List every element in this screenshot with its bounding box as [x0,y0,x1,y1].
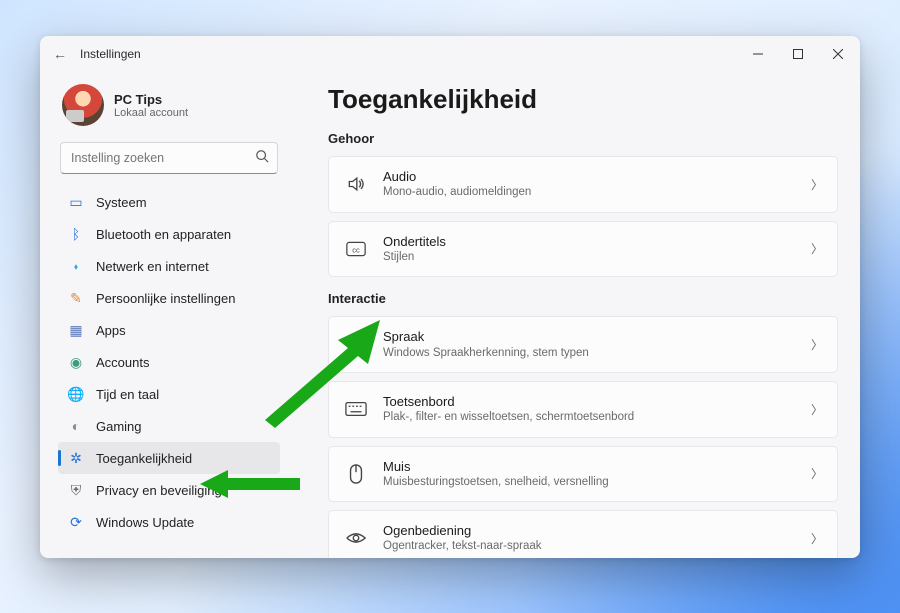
back-button[interactable]: ← [42,46,78,62]
sidebar-item-label: Toegankelijkheid [96,451,192,466]
card-subtitle: Windows Spraakherkenning, stem typen [383,346,811,360]
sidebar-item-bluetooth[interactable]: ᛒ Bluetooth en apparaten [58,218,280,250]
sidebar-item-label: Gaming [96,419,142,434]
shield-icon: ⛨ [68,482,84,498]
card-title: Ogenbediening [383,523,811,539]
sidebar-item-network[interactable]: ⬪ Netwerk en internet [58,250,280,282]
page-title: Toegankelijkheid [328,84,838,115]
card-ondertitels[interactable]: cc Ondertitels Stijlen 〉 [328,221,838,278]
card-subtitle: Mono-audio, audiomeldingen [383,185,811,199]
window-title: Instellingen [78,47,141,61]
profile-block[interactable]: PC Tips Lokaal account [58,76,280,140]
section-heading-gehoor: Gehoor [328,131,838,146]
sidebar-item-label: Tijd en taal [96,387,159,402]
close-button[interactable] [818,38,858,70]
search-icon [255,149,269,168]
cc-icon: cc [343,241,369,257]
sidebar-item-gaming[interactable]: ◐ Gaming [58,410,280,442]
apps-icon: ▦ [68,322,84,338]
sidebar-item-label: Apps [96,323,126,338]
globe-icon: 🌐 [68,386,84,402]
sidebar-item-label: Systeem [96,195,147,210]
sidebar: PC Tips Lokaal account ▭ Systeem ᛒ Bluetoo… [40,72,290,558]
sidebar-item-accounts[interactable]: ◉ Accounts [58,346,280,378]
settings-window: ← Instellingen PC Tips Lokaal account [40,36,860,558]
card-audio[interactable]: Audio Mono-audio, audiomeldingen 〉 [328,156,838,213]
mouse-icon [343,464,369,484]
main-content: Toegankelijkheid Gehoor Audio Mono-audio… [290,72,860,558]
chevron-right-icon: 〉 [811,176,823,193]
sidebar-item-label: Privacy en beveiliging [96,483,222,498]
chevron-right-icon: 〉 [811,336,823,353]
card-subtitle: Muisbesturingstoetsen, snelheid, versnel… [383,475,811,489]
minimize-button[interactable] [738,38,778,70]
titlebar: ← Instellingen [40,36,860,72]
sidebar-item-windows-update[interactable]: ⟳ Windows Update [58,506,280,538]
bluetooth-icon: ᛒ [68,226,84,242]
chevron-right-icon: 〉 [811,465,823,482]
search-field[interactable] [69,150,255,166]
sidebar-item-label: Windows Update [96,515,194,530]
keyboard-icon [343,401,369,417]
profile-account: Lokaal account [114,107,188,119]
avatar [62,84,104,126]
chevron-right-icon: 〉 [811,401,823,418]
card-muis[interactable]: Muis Muisbesturingstoetsen, snelheid, ve… [328,446,838,503]
card-subtitle: Plak-, filter- en wisseltoetsen, schermt… [383,410,811,424]
card-title: Ondertitels [383,234,811,250]
card-ogenbediening[interactable]: Ogenbediening Ogentracker, tekst-naar-sp… [328,510,838,558]
card-title: Toetsenbord [383,394,811,410]
microphone-icon [343,335,369,355]
person-icon: ◉ [68,354,84,370]
sidebar-item-label: Accounts [96,355,149,370]
nav-list: ▭ Systeem ᛒ Bluetooth en apparaten ⬪ Netwer… [58,186,280,538]
svg-text:cc: cc [352,245,360,254]
section-heading-interactie: Interactie [328,291,838,306]
card-title: Spraak [383,329,811,345]
card-subtitle: Ogentracker, tekst-naar-spraak [383,539,811,553]
card-toetsenbord[interactable]: Toetsenbord Plak-, filter- en wisseltoet… [328,381,838,438]
sidebar-item-privacy[interactable]: ⛨ Privacy en beveiliging [58,474,280,506]
sidebar-item-time-language[interactable]: 🌐 Tijd en taal [58,378,280,410]
search-input[interactable] [60,142,278,174]
wifi-icon: ⬪ [68,258,84,274]
card-title: Audio [383,169,811,185]
sidebar-item-personalization[interactable]: ✎ Persoonlijke instellingen [58,282,280,314]
card-spraak[interactable]: Spraak Windows Spraakherkenning, stem ty… [328,316,838,373]
card-title: Muis [383,459,811,475]
accessibility-icon: ✲ [68,450,84,466]
sidebar-item-label: Netwerk en internet [96,259,209,274]
brush-icon: ✎ [68,290,84,306]
sidebar-item-label: Bluetooth en apparaten [96,227,231,242]
chevron-right-icon: 〉 [811,530,823,547]
sidebar-item-label: Persoonlijke instellingen [96,291,235,306]
display-icon: ▭ [68,194,84,210]
profile-name: PC Tips [114,92,188,107]
eye-icon [343,529,369,547]
update-icon: ⟳ [68,514,84,530]
speaker-icon [343,174,369,194]
sidebar-item-system[interactable]: ▭ Systeem [58,186,280,218]
maximize-button[interactable] [778,38,818,70]
card-subtitle: Stijlen [383,250,811,264]
sidebar-item-apps[interactable]: ▦ Apps [58,314,280,346]
chevron-right-icon: 〉 [811,240,823,257]
gaming-icon: ◐ [68,418,84,434]
sidebar-item-accessibility[interactable]: ✲ Toegankelijkheid [58,442,280,474]
